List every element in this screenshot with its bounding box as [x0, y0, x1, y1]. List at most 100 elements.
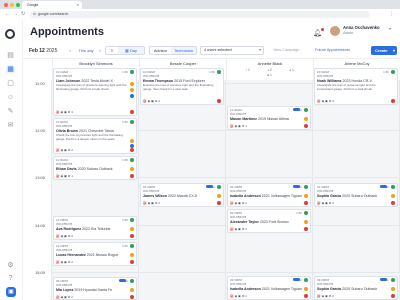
view-day-button[interactable]: ▦ Day — [118, 47, 144, 54]
browser-menu-icon[interactable]: ⋮ — [389, 11, 394, 17]
vehicle: 2020 Subaru Outback — [77, 167, 113, 171]
view-list-icon[interactable]: ≡ — [106, 47, 118, 54]
appointment-card[interactable]: 12:30PM WO-#55378 1.5h Lucas Hernandez 2… — [53, 242, 137, 266]
status-dot — [304, 287, 308, 291]
customer-name: Isabella Anderson 2021 Volkswagen Tiguan — [230, 287, 302, 291]
technician-tab[interactable]: Technician — [171, 47, 196, 54]
tab-close-icon[interactable]: × — [77, 1, 79, 9]
reports-icon[interactable]: ▤ — [6, 51, 15, 60]
schedule-grid[interactable]: 11:00 12:00 13:00 14:00 15:00 10:10AM WO… — [23, 68, 400, 300]
this-day-button[interactable]: This day — [75, 46, 97, 55]
inventory-icon[interactable]: ▢ — [6, 79, 15, 88]
status-dot — [130, 110, 134, 114]
services-icon[interactable]: ✎ — [6, 107, 15, 116]
browser-tab[interactable]: Google × — [22, 1, 82, 9]
notifications-icon[interactable]: 🔔︎ — [313, 28, 324, 37]
appointment-card[interactable]: 01:30PM WO-#55378 1.5h Isabella Anderson… — [227, 183, 311, 207]
status-dot — [130, 227, 134, 231]
address-bar[interactable]: ⊙ google.com/search — [30, 11, 370, 18]
minimize-window-button[interactable] — [10, 3, 14, 7]
customer-name: Ava Rodriguez 2022 Kia Telluride — [56, 227, 111, 231]
notification-badge — [320, 28, 324, 31]
time-label: 13:00 — [35, 175, 46, 180]
appointment-card[interactable]: 10:00AM WO-#55378 1.5h Emma Thompson 201… — [140, 68, 224, 105]
stat-waiting: ◕ 1 — [289, 68, 294, 72]
appointment-card[interactable]: 03:00PM WO-#55378 1.5h Sophia Garcia 202… — [314, 276, 398, 300]
appointment-card[interactable]: 10:00AM WO-#55378 1.5h Noah Williams 202… — [314, 68, 398, 105]
date-picker[interactable]: Feb 12 2025 — [29, 48, 57, 54]
app: ▤ ▦ ▢ ☺ ✎ ✉ ⚙ ? ▣ Appointments 🔔︎ Anna O… — [0, 20, 400, 300]
column-stats-secondary: ● 1 — [231, 73, 309, 77]
work-order-number: WO-#55378 — [143, 189, 160, 193]
prev-day-icon[interactable]: ‹ — [67, 46, 73, 55]
settings-icon[interactable]: ⚙ — [6, 261, 15, 270]
sidebar: ▤ ▦ ▢ ☺ ✎ ✉ ⚙ ? ▣ — [0, 20, 23, 300]
appointment-card[interactable]: 01:30PM WO-#55378 1.5h Sophia Garcia 202… — [314, 183, 398, 207]
reload-icon[interactable]: ↻ — [21, 11, 25, 17]
appointment-card[interactable]: 11:00AM WO-#55378 1.5h Olivia Brown 2021… — [53, 118, 137, 154]
logo-icon[interactable] — [5, 29, 15, 39]
role-toggle: Advisor Technician — [149, 46, 197, 55]
view-campaign-link[interactable]: View Campaign — [273, 48, 300, 52]
toggle-icon[interactable] — [380, 185, 387, 188]
appointment-card[interactable]: 12:30PM WO-#55378 1.5h Ava Rodriguez 202… — [53, 216, 137, 240]
toggle-icon[interactable] — [119, 279, 126, 282]
column-header: Annette Black ◔ 1 ◑ 2 ◕ 1 ● 1 — [226, 59, 313, 81]
customer-name: James Wilson 2022 Mazda CX-5 — [143, 194, 197, 198]
appointment-card[interactable]: 02:15PM WO-#55378 1.5h Alexander Taylor … — [227, 209, 311, 233]
messages-icon[interactable]: ✉ — [6, 121, 15, 130]
vehicle: 2021 Volkswagen Tiguan — [261, 194, 302, 198]
user-menu-chevron-icon[interactable]: ▾ — [389, 26, 391, 31]
status-dot — [130, 94, 134, 98]
duration: 1.5h — [122, 120, 128, 124]
status-dot — [391, 194, 395, 198]
future-appointments-link[interactable]: Future Appointments — [315, 48, 350, 52]
toggle-icon[interactable] — [380, 278, 387, 281]
forward-icon[interactable]: → — [13, 11, 18, 17]
work-order-number: WO-#55378 — [56, 162, 73, 166]
status-dot — [391, 70, 395, 74]
technician-name[interactable]: Annette Black — [227, 61, 313, 66]
window-controls[interactable] — [4, 3, 20, 7]
status-dot — [304, 117, 308, 121]
appointment-card[interactable]: 01:30PM WO-#55378 1.5h James Wilson 2022… — [140, 183, 224, 207]
appointment-icons: ⛽ ◉ ▣ ⚙ 3 — [56, 110, 73, 114]
calendar-icon[interactable]: ▦ — [6, 65, 15, 74]
status-dot — [304, 185, 308, 189]
chevron-down-icon: ▾ — [259, 48, 261, 52]
next-day-icon[interactable]: › — [97, 46, 103, 55]
appointment-card[interactable]: 03:00PM WO-#55378 1.5h Isabella Anderson… — [227, 276, 311, 300]
users-select[interactable]: 4 users selected ▾ — [200, 46, 264, 55]
toggle-icon[interactable] — [293, 185, 300, 188]
date-month-day: Feb 12 — [29, 48, 45, 54]
avatar[interactable] — [329, 25, 341, 37]
status-dot — [130, 260, 134, 264]
create-button[interactable]: Create ▾ — [371, 46, 397, 55]
appointment-icons: ⛽ ◉ ▣ ⚙ 2 — [143, 99, 160, 103]
appointment-card[interactable]: 11:30AM WO-#55378 1.5h Ethan Davis 2020 … — [53, 156, 137, 180]
appointment-card[interactable]: 11:30AM WO-#55378 1.5h Mason Martinez 20… — [227, 106, 311, 130]
time-label: 12:00 — [35, 128, 46, 133]
maximize-window-button[interactable] — [16, 3, 20, 7]
advisor-tab[interactable]: Advisor — [150, 47, 171, 54]
status-dot — [391, 201, 395, 205]
status-dot — [130, 120, 134, 124]
status-dot — [130, 218, 134, 222]
appointment-card[interactable]: 10:10AM WO-#55378 1.5h Liam Johnson 2022… — [53, 68, 137, 116]
appointment-card[interactable]: 03:15PM WO-#55378 1.5h Mia Lopez 2019 Hy… — [53, 277, 137, 300]
work-order-number: WO-#55378 — [56, 74, 73, 78]
customers-icon[interactable]: ☺ — [6, 93, 15, 102]
toggle-icon[interactable] — [293, 108, 300, 111]
technician-name[interactable]: Arlene McCoy — [314, 61, 400, 66]
help-icon[interactable]: ? — [6, 274, 15, 283]
technician-name[interactable]: Brooklyn Simmons — [53, 61, 139, 66]
technician-name[interactable]: Bessie Cooper — [140, 61, 226, 66]
toggle-icon[interactable] — [206, 185, 213, 188]
app-switcher-icon[interactable]: ▣ — [6, 287, 16, 297]
back-icon[interactable]: ← — [5, 11, 10, 17]
close-window-button[interactable] — [4, 3, 8, 7]
appointment-icons: ⛽ ◉ ▣ ⚙ 1 — [230, 124, 247, 128]
toggle-icon[interactable] — [293, 278, 300, 281]
duration: 1.5h — [122, 218, 128, 222]
status-dot — [391, 278, 395, 282]
